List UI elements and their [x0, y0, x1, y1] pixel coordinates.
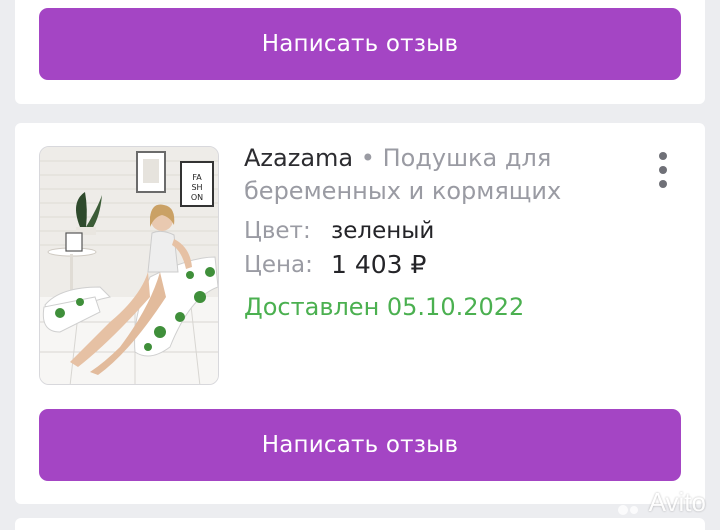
avito-watermark: Avito	[613, 487, 706, 518]
seller-name[interactable]: Azazama	[244, 144, 353, 172]
product-name-line2: беременных и кормящих	[244, 177, 562, 205]
menu-dot	[659, 152, 667, 160]
more-options-icon[interactable]	[653, 152, 673, 188]
menu-dot	[659, 180, 667, 188]
svg-text:FA: FA	[192, 173, 202, 182]
menu-dot	[659, 166, 667, 174]
color-value: зеленый	[331, 218, 435, 244]
svg-text:SH: SH	[191, 183, 202, 192]
previous-order-card: Написать отзыв	[15, 0, 705, 104]
watermark-text: Avito	[648, 487, 706, 517]
price-value: 1 403 ₽	[331, 250, 427, 279]
product-photo: FA SH ON	[40, 147, 218, 384]
title-separator: •	[360, 144, 375, 172]
delivery-status: Доставлен 05.10.2022	[244, 293, 525, 321]
write-review-button[interactable]: Написать отзыв	[39, 8, 681, 80]
order-info: Azazama • Подушка для беременных и кормя…	[244, 142, 624, 324]
product-image[interactable]: FA SH ON	[39, 146, 219, 385]
avito-logo-icon	[614, 489, 639, 515]
svg-text:ON: ON	[191, 193, 203, 202]
color-row: Цвет: зеленый	[244, 216, 624, 246]
next-order-card	[15, 518, 705, 530]
write-review-button[interactable]: Написать отзыв	[39, 409, 681, 481]
color-label: Цвет:	[244, 218, 311, 244]
product-name-line1: Подушка для	[382, 144, 552, 172]
price-label: Цена:	[244, 252, 313, 278]
order-card: FA SH ON Azazama • Подушка для беременны…	[15, 123, 705, 504]
price-row: Цена: 1 403 ₽	[244, 250, 624, 280]
order-title[interactable]: Azazama • Подушка для беременных и кормя…	[244, 142, 624, 208]
